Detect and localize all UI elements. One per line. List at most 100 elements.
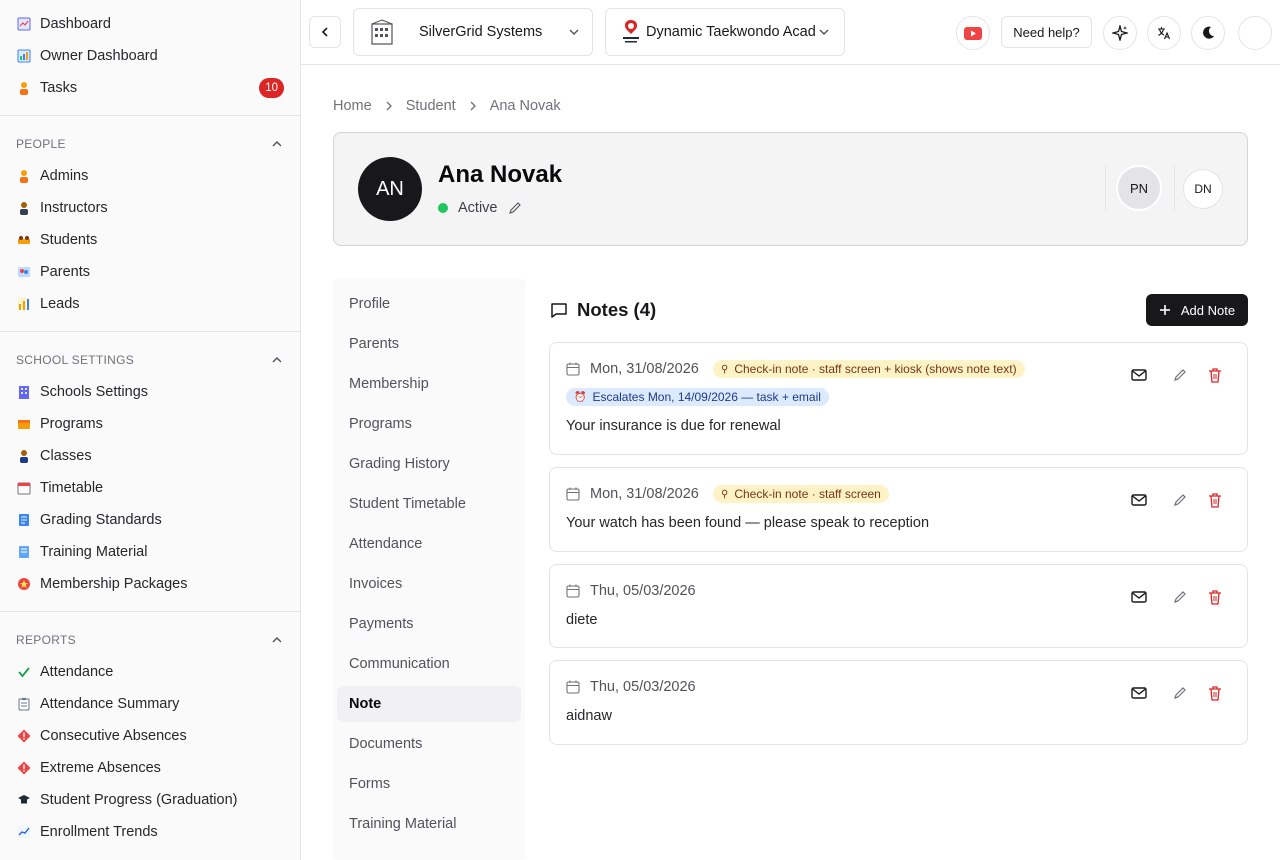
ai-button[interactable] xyxy=(1103,16,1137,50)
sidebar-item-owner-dashboard[interactable]: Owner Dashboard xyxy=(16,44,284,68)
back-button[interactable] xyxy=(309,16,341,48)
section-header-people[interactable]: PEOPLE xyxy=(16,135,284,153)
company-selector[interactable]: SilverGrid Systems xyxy=(353,8,593,56)
need-help-button[interactable]: Need help? xyxy=(1001,16,1092,48)
youtube-button[interactable] xyxy=(956,16,990,50)
tab-communication[interactable]: Communication xyxy=(337,646,521,682)
breadcrumb-student[interactable]: Student xyxy=(406,98,456,114)
checkin-tag: ⚲ Check-in note · staff screen + kiosk (… xyxy=(713,360,1025,378)
edit-note-button[interactable] xyxy=(1171,588,1189,606)
tab-student-timetable[interactable]: Student Timetable xyxy=(337,486,521,522)
email-note-button[interactable] xyxy=(1130,491,1148,509)
tab-documents[interactable]: Documents xyxy=(337,726,521,762)
tab-invoices[interactable]: Invoices xyxy=(337,566,521,602)
teacher-icon xyxy=(16,200,32,216)
note-date-text: Thu, 05/03/2026 xyxy=(590,679,696,695)
book-icon xyxy=(16,544,32,560)
chevron-up-icon xyxy=(272,141,282,147)
add-note-button[interactable]: Add Note xyxy=(1146,294,1248,326)
breadcrumb-home[interactable]: Home xyxy=(333,98,372,114)
note-date-text: Mon, 31/08/2026 xyxy=(590,486,699,502)
sidebar-item-label: Schools Settings xyxy=(40,384,149,400)
edit-note-button[interactable] xyxy=(1171,684,1189,702)
students-icon xyxy=(16,232,32,248)
sidebar-item-label: Admins xyxy=(40,168,89,184)
user-avatar-button[interactable] xyxy=(1238,16,1272,50)
clipboard-icon xyxy=(16,696,32,712)
person-icon xyxy=(16,168,32,184)
sidebar-item-training-material[interactable]: Training Material xyxy=(16,540,284,564)
sidebar-item-extreme-absences[interactable]: Extreme Absences xyxy=(16,756,284,780)
pencil-icon xyxy=(1174,687,1186,699)
sidebar-item-student-progress[interactable]: Student Progress (Graduation) xyxy=(16,788,284,812)
sidebar-item-leads[interactable]: Leads xyxy=(16,292,284,316)
sidebar-item-parents[interactable]: Parents xyxy=(16,260,284,284)
dark-mode-toggle[interactable] xyxy=(1191,16,1225,50)
edit-note-button[interactable] xyxy=(1171,491,1189,509)
sidebar-item-instructors[interactable]: Instructors xyxy=(16,196,284,220)
sidebar-item-label: Attendance Summary xyxy=(40,696,180,712)
escalation-tag-text: Escalates Mon, 14/09/2026 — task + email xyxy=(592,390,821,404)
tab-note[interactable]: Note xyxy=(337,686,521,722)
warning-diamond-icon xyxy=(16,728,32,744)
tab-grading-history[interactable]: Grading History xyxy=(337,446,521,482)
tab-training-material[interactable]: Training Material xyxy=(337,806,521,842)
trash-icon xyxy=(1209,493,1221,508)
sidebar-item-label: Dashboard xyxy=(40,16,111,32)
section-header-reports[interactable]: REPORTS xyxy=(16,631,284,649)
linked-parent-avatar[interactable]: DN xyxy=(1183,169,1223,209)
delete-note-button[interactable] xyxy=(1206,588,1224,606)
sidebar-item-label: Attendance xyxy=(40,664,114,680)
profile-tabs: Profile Parents Membership Programs Grad… xyxy=(333,278,525,860)
sidebar-item-admins[interactable]: Admins xyxy=(16,164,284,188)
sidebar-item-students[interactable]: Students xyxy=(16,228,284,252)
email-note-button[interactable] xyxy=(1130,588,1148,606)
tab-payments[interactable]: Payments xyxy=(337,606,521,642)
calendar-icon xyxy=(16,480,32,496)
school-logo-icon xyxy=(623,20,639,43)
mail-icon xyxy=(1131,687,1147,699)
tab-profile[interactable]: Profile xyxy=(337,286,521,322)
translate-button[interactable] xyxy=(1147,16,1181,50)
sidebar-item-schools-settings[interactable]: Schools Settings xyxy=(16,380,284,404)
section-header-school-settings[interactable]: SCHOOL SETTINGS xyxy=(16,351,284,369)
pencil-icon xyxy=(1174,369,1186,381)
note-date-text: Thu, 05/03/2026 xyxy=(590,583,696,599)
chevron-up-icon xyxy=(272,637,282,643)
tab-parents[interactable]: Parents xyxy=(337,326,521,362)
tab-attendance[interactable]: Attendance xyxy=(337,526,521,562)
sidebar-item-attendance[interactable]: Attendance xyxy=(16,660,284,684)
delete-note-button[interactable] xyxy=(1206,491,1224,509)
sidebar-item-enrollment-trends[interactable]: Enrollment Trends xyxy=(16,820,284,844)
delete-note-button[interactable] xyxy=(1206,366,1224,384)
sidebar-item-attendance-summary[interactable]: Attendance Summary xyxy=(16,692,284,716)
tab-membership[interactable]: Membership xyxy=(337,366,521,402)
sidebar-item-grading-standards[interactable]: Grading Standards xyxy=(16,508,284,532)
bar-chart-icon xyxy=(16,296,32,312)
sidebar-item-dashboard[interactable]: Dashboard xyxy=(16,12,284,36)
alarm-clock-icon: ⏰ xyxy=(574,391,587,403)
tab-programs[interactable]: Programs xyxy=(337,406,521,442)
edit-note-button[interactable] xyxy=(1171,366,1189,384)
sidebar-item-tasks[interactable]: Tasks 10 xyxy=(16,76,284,100)
tab-forms[interactable]: Forms xyxy=(337,766,521,802)
sidebar-item-timetable[interactable]: Timetable xyxy=(16,476,284,500)
sidebar-item-programs[interactable]: Programs xyxy=(16,412,284,436)
sidebar-divider xyxy=(0,115,300,116)
note-text: diete xyxy=(566,612,598,628)
school-selector[interactable]: Dynamic Taekwondo Acad xyxy=(605,8,845,56)
sidebar-item-membership-packages[interactable]: Membership Packages xyxy=(16,572,284,596)
delete-note-button[interactable] xyxy=(1206,684,1224,702)
chevron-left-icon xyxy=(321,27,328,37)
sidebar-item-consecutive-absences[interactable]: Consecutive Absences xyxy=(16,724,284,748)
sidebar-item-label: Consecutive Absences xyxy=(40,728,187,744)
divider xyxy=(1174,165,1175,211)
chevron-down-icon xyxy=(819,29,829,35)
family-icon xyxy=(16,264,32,280)
youtube-icon xyxy=(964,26,982,40)
linked-parent-avatar[interactable]: PN xyxy=(1116,165,1162,211)
pencil-icon[interactable] xyxy=(508,201,522,215)
email-note-button[interactable] xyxy=(1130,366,1148,384)
email-note-button[interactable] xyxy=(1130,684,1148,702)
sidebar-item-classes[interactable]: Classes xyxy=(16,444,284,468)
